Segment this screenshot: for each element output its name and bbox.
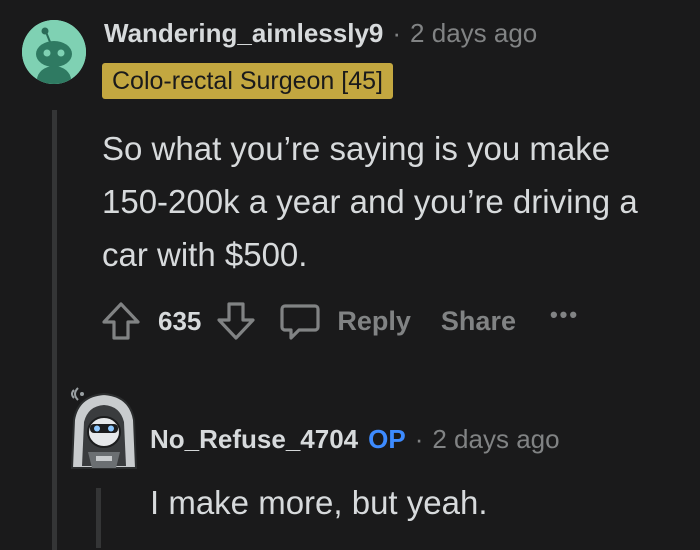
vote-count: 635	[158, 305, 202, 336]
share-button[interactable]: Share	[441, 306, 516, 337]
reply-username[interactable]: No_Refuse_4704	[150, 424, 358, 455]
comment-body: So what you’re saying is you make 150-20…	[102, 130, 638, 273]
hooded-figure-avatar-icon	[70, 387, 138, 469]
separator-dot: ·	[392, 17, 402, 48]
separator-dot: ·	[414, 423, 424, 454]
speech-bubble-icon	[280, 304, 320, 340]
comment-actions: 635 Reply Share •••	[98, 296, 579, 346]
comment-header: Wandering_aimlessly9 · 2 days ago	[104, 14, 537, 52]
reply-thread-line[interactable]	[96, 488, 101, 548]
avatar[interactable]	[22, 20, 86, 84]
comment-thread: Wandering_aimlessly9 · 2 days ago Colo-r…	[0, 0, 700, 550]
op-badge: OP	[368, 423, 406, 454]
reply-avatar[interactable]	[62, 380, 144, 472]
downvote-button[interactable]	[213, 298, 259, 344]
thread-line[interactable]	[52, 110, 57, 550]
arrow-up-icon	[102, 302, 140, 340]
reply-header: No_Refuse_4704 OP · 2 days ago	[150, 420, 560, 458]
arrow-down-icon	[217, 302, 255, 340]
username[interactable]: Wandering_aimlessly9	[104, 18, 383, 49]
reply-timestamp[interactable]: 2 days ago	[432, 424, 559, 455]
reply-button[interactable]: Reply	[277, 298, 411, 344]
timestamp[interactable]: 2 days ago	[410, 18, 537, 49]
more-options-button[interactable]: •••	[550, 302, 579, 328]
reddit-snoo-avatar-icon	[22, 20, 86, 84]
reply-label: Reply	[337, 305, 411, 336]
upvote-button[interactable]	[98, 298, 144, 344]
user-flair: Colo-rectal Surgeon [45]	[102, 63, 393, 99]
reply-body: I make more, but yeah.	[150, 484, 488, 521]
